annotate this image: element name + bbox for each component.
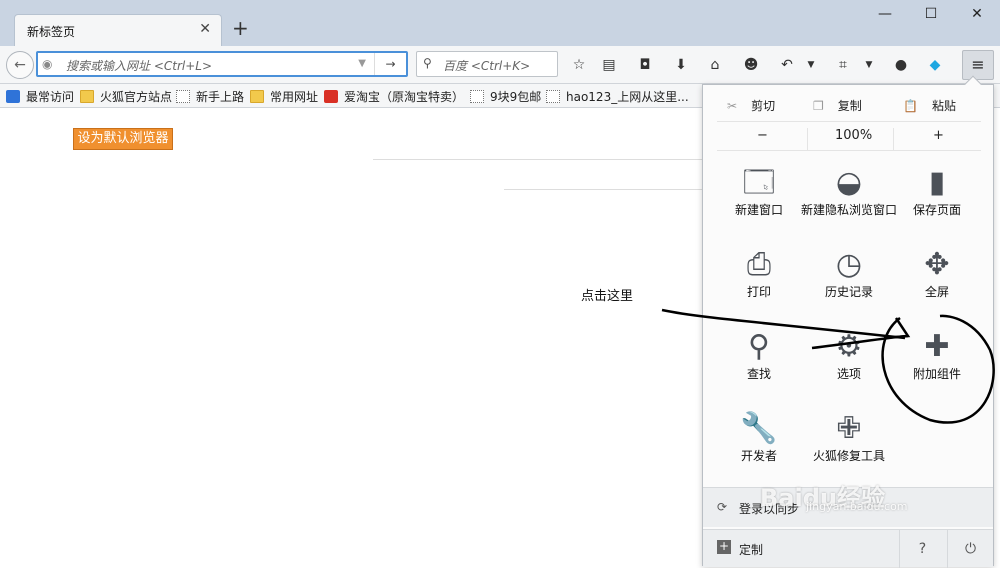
url-placeholder: 搜索或输入网址 <Ctrl+L> bbox=[66, 59, 213, 73]
panel-footer: + 定制 ? ⏻ bbox=[703, 529, 993, 568]
search-bar[interactable]: ⚲ 百度 <Ctrl+K> bbox=[416, 51, 558, 77]
zoom-separator bbox=[807, 128, 808, 150]
zoom-controls: − 100% + bbox=[717, 121, 981, 151]
paste-button[interactable]: 📋 粘贴 bbox=[903, 97, 956, 114]
medkit-icon: ✙ bbox=[836, 411, 862, 446]
folder-icon bbox=[80, 90, 94, 103]
clipboard-icon: 📋 bbox=[903, 99, 918, 113]
gear-icon: ⚙ bbox=[835, 329, 863, 364]
clock-icon: ◷ bbox=[835, 247, 863, 282]
most-visited-icon bbox=[6, 90, 20, 103]
magnifier-icon: ⚲ bbox=[748, 329, 770, 364]
edit-controls: ✂ 剪切 ❐ 复制 📋 粘贴 bbox=[717, 91, 981, 119]
crop-icon[interactable]: ⌗ bbox=[832, 56, 854, 74]
new-tab-button[interactable]: + bbox=[232, 18, 249, 38]
bookmark-star-icon[interactable]: ☆ bbox=[568, 56, 590, 74]
folder-icon bbox=[250, 90, 264, 103]
cut-button[interactable]: ✂ 剪切 bbox=[727, 97, 775, 114]
bookmark-item[interactable]: 新手上路 bbox=[176, 88, 244, 105]
print-button[interactable]: ⎙ 打印 bbox=[711, 245, 807, 325]
bookmark-item[interactable]: 最常访问 bbox=[6, 88, 74, 105]
home-icon[interactable]: ⌂ bbox=[704, 56, 726, 74]
window-icon: 🗔 bbox=[742, 165, 776, 200]
page-icon: ▮ bbox=[928, 165, 946, 200]
set-default-browser-button[interactable]: 设为默认浏览器 bbox=[73, 128, 173, 150]
wrench-icon: 🔧 bbox=[740, 411, 778, 446]
puzzle-icon: ✚ bbox=[924, 329, 950, 364]
history-button[interactable]: ◷ 历史记录 bbox=[801, 245, 897, 325]
open-menu-button[interactable]: ≡ bbox=[962, 50, 994, 80]
sync-icon: ⟳ bbox=[717, 500, 728, 514]
options-button[interactable]: ⚙ 选项 bbox=[801, 327, 897, 407]
baidu-watermark-url: jingyan.baidu.com bbox=[806, 500, 908, 513]
find-button[interactable]: ⚲ 查找 bbox=[711, 327, 807, 407]
tab-close-icon[interactable]: ✕ bbox=[199, 21, 211, 37]
title-bar: 新标签页 ✕ + — ☐ ✕ bbox=[0, 0, 1000, 46]
maximize-button[interactable]: ☐ bbox=[916, 6, 946, 22]
page-icon bbox=[176, 90, 190, 103]
chat-icon[interactable]: ● bbox=[890, 56, 912, 74]
zoom-reset-button[interactable]: 100% bbox=[835, 128, 872, 143]
customize-plus-icon: + bbox=[717, 539, 731, 554]
undo-icon[interactable]: ↶ bbox=[776, 56, 798, 74]
navigation-toolbar: ← ◉ 搜索或输入网址 <Ctrl+L> ▼ → ⚲ 百度 <Ctrl+K> ☆… bbox=[0, 46, 1000, 84]
download-icon[interactable]: ⬇ bbox=[670, 56, 692, 74]
back-arrow-icon: ← bbox=[14, 57, 26, 73]
scissors-icon: ✂ bbox=[727, 99, 738, 113]
go-arrow-icon[interactable]: → bbox=[374, 53, 406, 75]
hamburger-icon: ≡ bbox=[971, 55, 985, 74]
url-dropdown-icon[interactable]: ▼ bbox=[358, 58, 366, 69]
customize-button[interactable]: 定制 bbox=[739, 541, 763, 558]
search-placeholder: 百度 <Ctrl+K> bbox=[443, 59, 531, 73]
divider bbox=[504, 189, 704, 190]
zoom-in-button[interactable]: + bbox=[933, 128, 944, 143]
fullscreen-button[interactable]: ✥ 全屏 bbox=[889, 245, 985, 325]
bookmark-item[interactable]: hao123_上网从这里... bbox=[546, 88, 689, 105]
help-icon[interactable]: ? bbox=[899, 530, 945, 568]
save-page-button[interactable]: ▮ 保存页面 bbox=[889, 163, 985, 243]
tab-new-tab[interactable]: 新标签页 ✕ bbox=[14, 14, 222, 46]
bookmark-item[interactable]: 9块9包邮 bbox=[470, 88, 541, 105]
developer-button[interactable]: 🔧 开发者 bbox=[711, 409, 807, 489]
quit-power-icon[interactable]: ⏻ bbox=[947, 530, 993, 568]
url-bar[interactable]: ◉ 搜索或输入网址 <Ctrl+L> ▼ → bbox=[36, 51, 408, 77]
pocket-icon[interactable]: ◘ bbox=[634, 56, 656, 74]
tab-title: 新标签页 bbox=[27, 25, 76, 39]
firefox-repair-tool-button[interactable]: ✙ 火狐修复工具 bbox=[801, 409, 897, 489]
page-icon bbox=[546, 90, 560, 103]
annotation-text: 点击这里 bbox=[581, 289, 634, 304]
zoom-separator bbox=[893, 128, 894, 150]
fullscreen-icon: ✥ bbox=[924, 247, 950, 282]
printer-icon: ⎙ bbox=[747, 247, 771, 282]
mask-icon: ◒ bbox=[835, 165, 863, 200]
bookmark-item[interactable]: 火狐官方站点 bbox=[80, 88, 172, 105]
crop-dropdown-icon[interactable]: ▼ bbox=[858, 56, 880, 74]
smiley-icon[interactable]: ☻ bbox=[740, 56, 762, 74]
shield-icon[interactable]: ◆ bbox=[924, 56, 946, 74]
page-icon bbox=[470, 90, 484, 103]
globe-icon: ◉ bbox=[42, 57, 53, 71]
new-window-button[interactable]: 🗔 新建窗口 bbox=[711, 163, 807, 243]
back-button[interactable]: ← bbox=[6, 51, 34, 79]
addons-button[interactable]: ✚ 附加组件 bbox=[889, 327, 985, 407]
bookmarks-list-icon[interactable]: ▤ bbox=[598, 56, 620, 74]
copy-icon: ❐ bbox=[813, 99, 824, 113]
bookmark-item[interactable]: 常用网址 bbox=[250, 88, 318, 105]
taobao-icon bbox=[324, 90, 338, 103]
bookmark-item[interactable]: 爱淘宝（原淘宝特卖） bbox=[324, 88, 464, 105]
close-window-button[interactable]: ✕ bbox=[962, 6, 992, 22]
copy-button[interactable]: ❐ 复制 bbox=[813, 97, 862, 114]
zoom-out-button[interactable]: − bbox=[757, 128, 768, 143]
divider bbox=[373, 159, 703, 160]
search-icon: ⚲ bbox=[423, 56, 432, 70]
new-private-window-button[interactable]: ◒ 新建隐私浏览窗口 bbox=[801, 163, 897, 243]
undo-dropdown-icon[interactable]: ▼ bbox=[800, 56, 822, 74]
minimize-button[interactable]: — bbox=[870, 6, 900, 22]
